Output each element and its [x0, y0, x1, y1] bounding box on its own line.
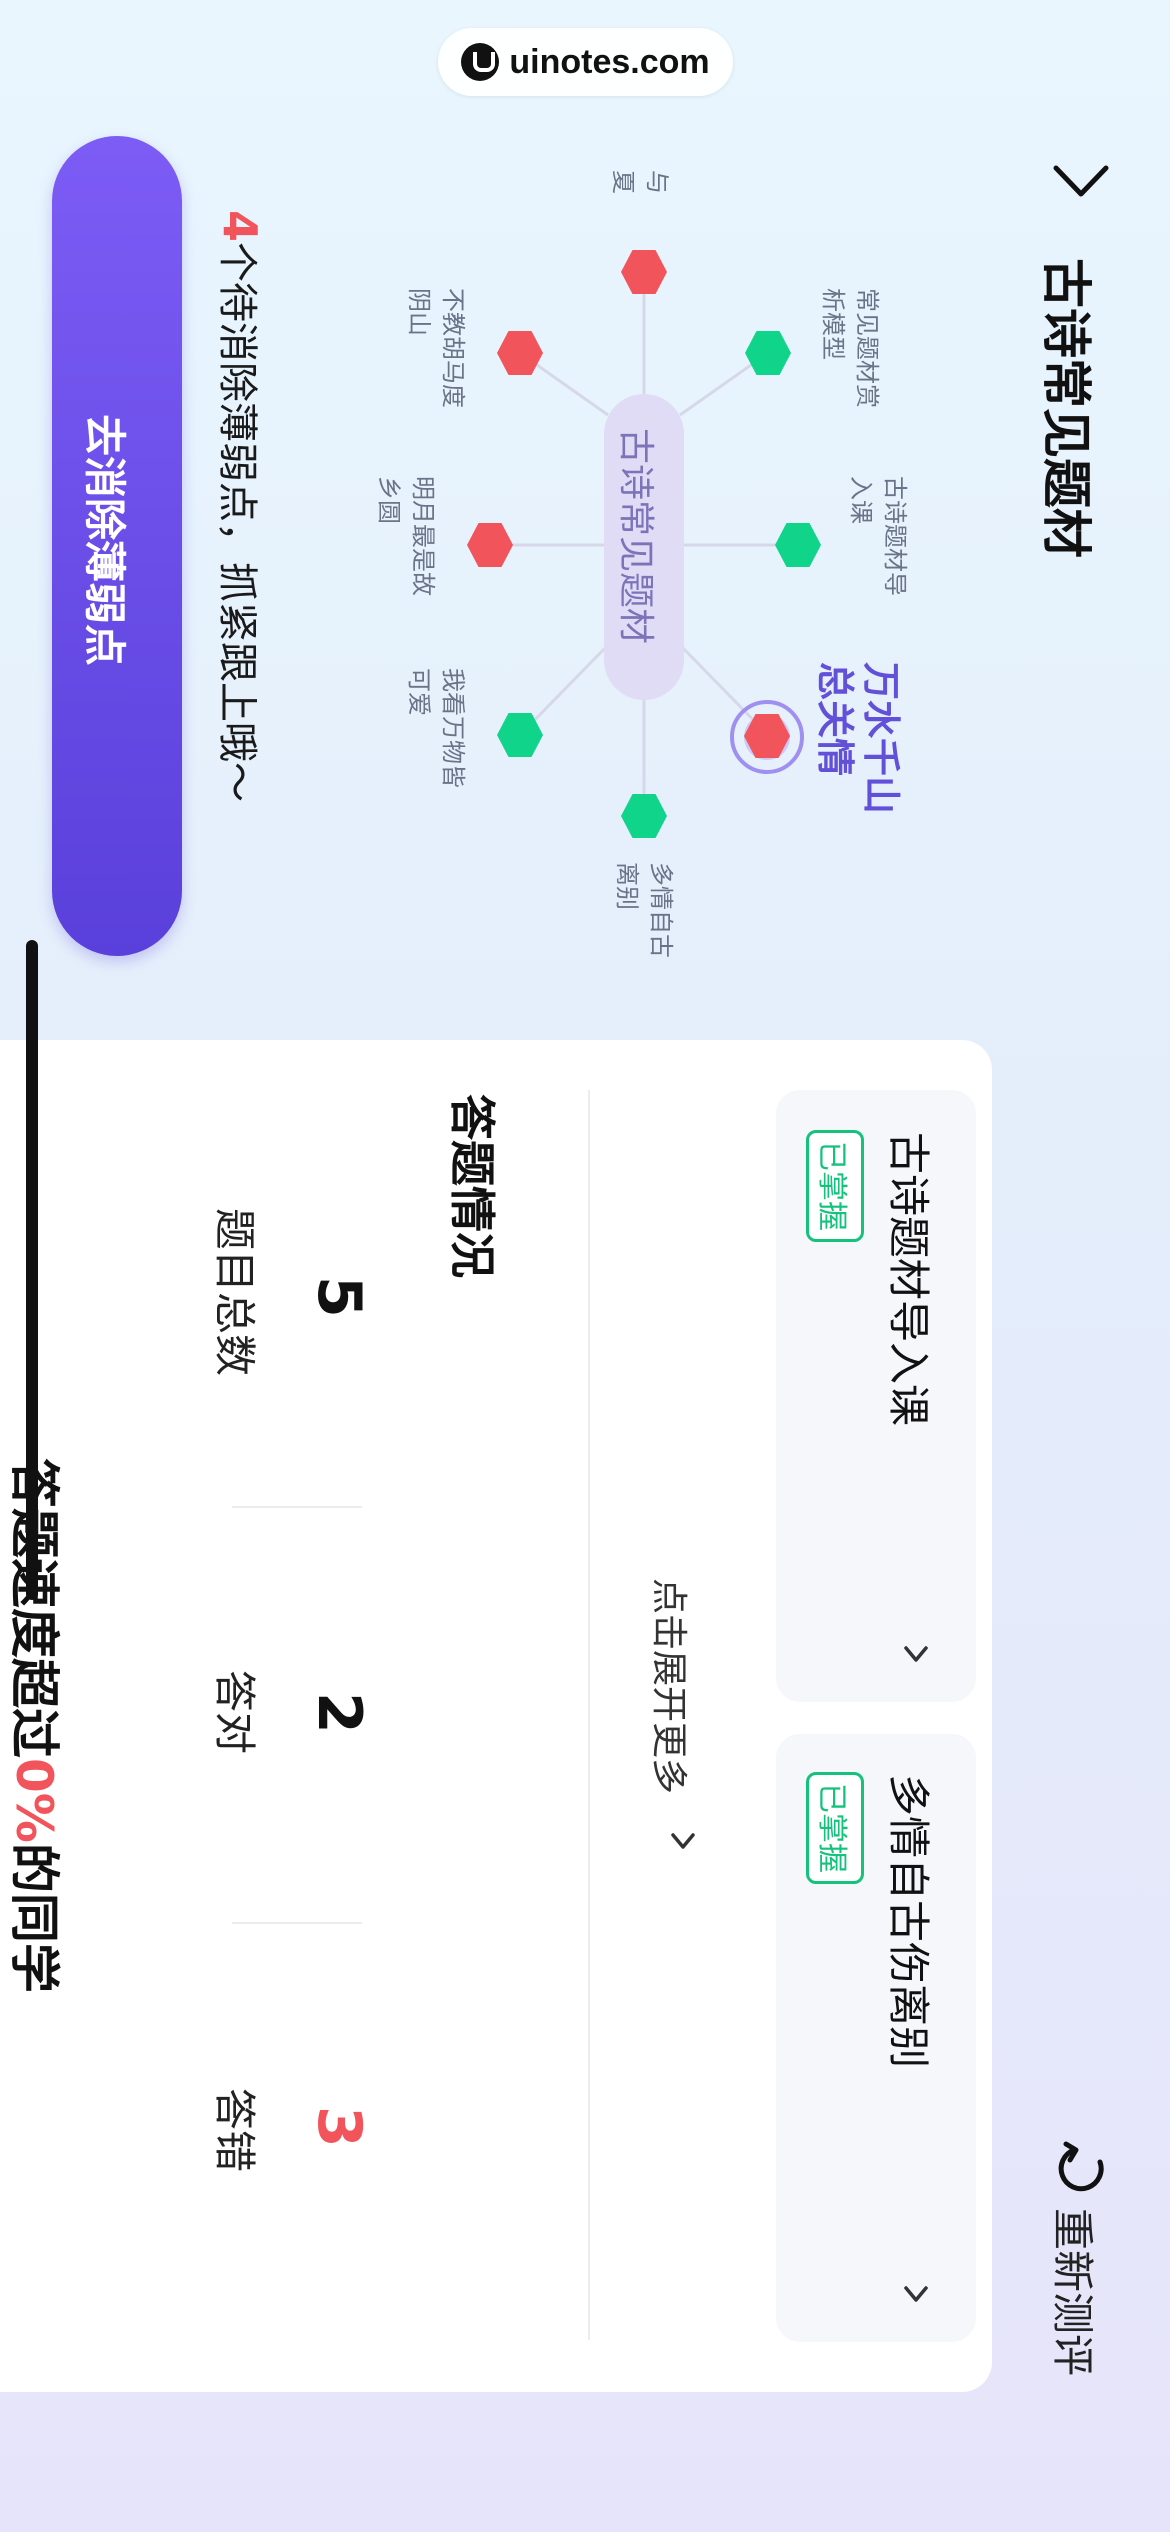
topic-title: 多情自古伤离别 — [884, 1774, 933, 2069]
node-guxiang-label: 明月最是故 乡圆 — [375, 476, 437, 596]
chevron-down-icon[interactable] — [902, 1640, 930, 1668]
chevron-down-icon[interactable] — [902, 2280, 930, 2308]
node-libie-label: 多情自古 离别 — [613, 862, 675, 958]
total-questions-label: 题目总数 — [210, 1208, 259, 1377]
node-shangxi-label: 常见题材赏 析模型 — [819, 288, 881, 408]
mastered-badge: 已掌握 — [806, 1772, 864, 1884]
refresh-icon[interactable] — [1054, 2140, 1110, 2196]
speed-percent: 0% — [5, 1758, 63, 1843]
correct-value: 2 — [304, 1692, 374, 1734]
eliminate-weak-points-label: 去消除薄弱点 — [80, 414, 129, 667]
mind-map-center-label: 古诗常见题材 — [615, 428, 656, 645]
speed-suffix: 的同学 — [5, 1842, 63, 1993]
expand-more-label: 点击展开更多 — [648, 1578, 689, 1795]
answer-summary-title: 答题情况 — [445, 1094, 499, 1278]
wrong-value: 3 — [304, 2106, 374, 2148]
answer-speed-text: 答题速度超过0%的同学 — [2, 1458, 74, 1993]
weak-points-text: 个待消除薄弱点，抓紧跟上哦～ — [214, 242, 260, 803]
node-daoru-label: 古诗题材导 入课 — [847, 476, 909, 596]
total-questions-value: 5 — [304, 1276, 374, 1318]
weak-points-count: 4 — [213, 210, 267, 243]
retest-button[interactable]: 重新测评 — [1045, 2208, 1106, 2376]
expand-more-link[interactable]: 点击展开更多 — [646, 1578, 698, 1794]
wrong-label: 答错 — [210, 2088, 259, 2173]
node-highlight-label: 万水千山 总关情 — [813, 662, 903, 815]
divider — [232, 1922, 362, 1924]
weak-points-message: 4个待消除薄弱点，抓紧跟上哦～ — [212, 210, 270, 802]
topic-title: 古诗题材导入课 — [884, 1132, 933, 1427]
node-yinshan-label: 不教胡马度 阴山 — [405, 288, 467, 408]
chevron-down-icon[interactable] — [668, 1826, 698, 1856]
node-keai-label: 我看万物皆 可爱 — [405, 668, 467, 788]
divider — [232, 1506, 362, 1508]
node-yu-label: 与夏 — [609, 170, 671, 194]
correct-label: 答对 — [210, 1670, 259, 1755]
divider — [588, 1090, 590, 2340]
mastered-badge: 已掌握 — [806, 1130, 864, 1242]
speed-prefix: 答题速度超过 — [5, 1458, 63, 1758]
